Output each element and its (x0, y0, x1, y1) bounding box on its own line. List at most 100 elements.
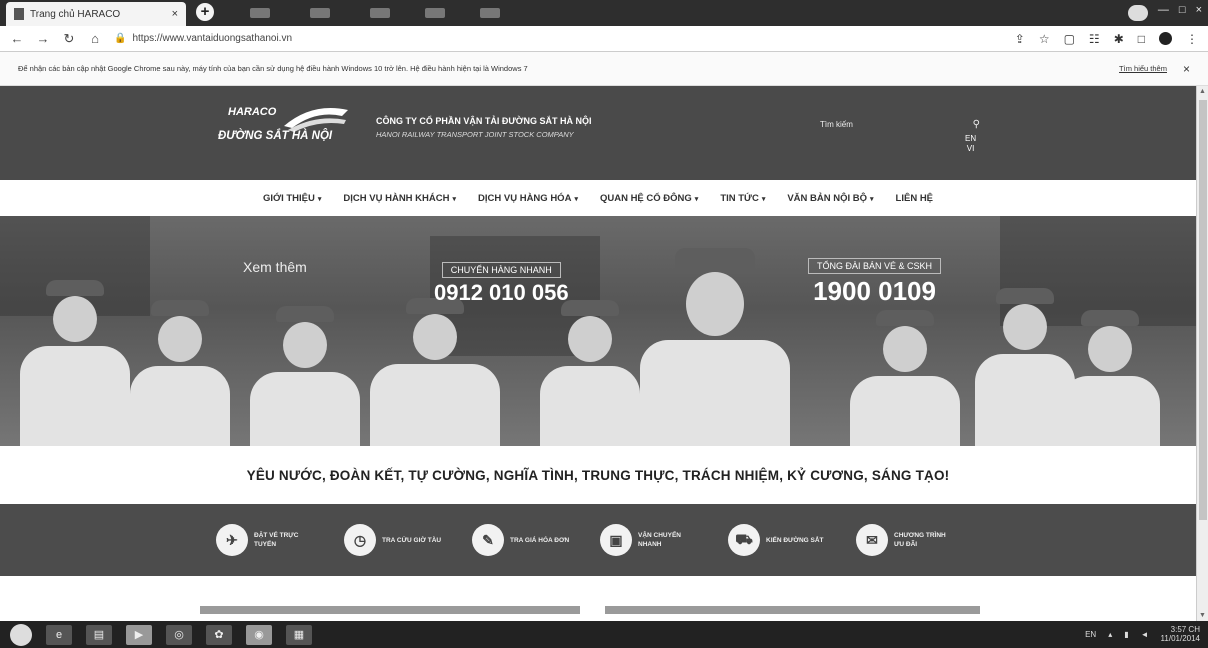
app-icon[interactable]: ▦ (286, 624, 312, 645)
company-name-en: HANOI RAILWAY TRANSPORT JOINT STOCK COMP… (376, 130, 574, 139)
service-label: VẬN CHUYỂN NHANH (638, 532, 681, 548)
blurred-tab-icon (250, 8, 270, 18)
hero-banner[interactable]: Xem thêm CHUYỂN HÀNG NHANH 0912 010 056 … (0, 216, 1196, 446)
back-icon[interactable]: ← (10, 31, 24, 46)
network-icon[interactable]: ▮ (1124, 630, 1128, 639)
browser-tab[interactable]: Trang chủ HARACO × (6, 2, 186, 26)
service-promotion[interactable]: ✉ CHƯƠNG TRÌNH ƯU ĐÃI (856, 524, 956, 556)
haraco-logo[interactable]: HARACO ĐƯỜNG SẮT HÀ NỘI (218, 100, 350, 160)
learn-more-link[interactable]: Tìm hiểu thêm (1119, 64, 1167, 73)
staff-figure (640, 248, 790, 446)
maximize-button[interactable]: □ (1179, 4, 1186, 16)
hotline-express-number: 0912 010 056 (434, 280, 569, 305)
home-icon[interactable]: ⌂ (88, 31, 102, 46)
language-indicator[interactable]: EN (1085, 630, 1096, 639)
taskbar: e ▤ ▶ ◎ ✿ ◉ ▦ EN ▴ ▮ ◄ 3:57 CH 11/01/201… (0, 621, 1208, 648)
infobar-close-icon[interactable]: × (1183, 62, 1190, 76)
service-express[interactable]: ▣ VẬN CHUYỂN NHANH (600, 524, 700, 556)
scroll-thumb[interactable] (1199, 100, 1207, 520)
explorer-icon[interactable]: ▤ (86, 624, 112, 645)
window-controls: — □ × (1158, 4, 1202, 16)
profile-icon[interactable] (1128, 5, 1148, 21)
company-slogan: YÊU NƯỚC, ĐOÀN KẾT, TỰ CƯỜNG, NGHĨA TÌNH… (246, 467, 950, 483)
box-icon: ▣ (600, 524, 632, 556)
chrome-icon[interactable]: ◉ (246, 624, 272, 645)
hotline-ticket-number: 1900 0109 (813, 276, 936, 306)
nav-item-dich-vu-hanh-khach[interactable]: DỊCH VỤ HÀNH KHÁCH ▾ (343, 193, 456, 204)
menu-icon[interactable]: ⋮ (1186, 32, 1198, 46)
scroll-up-icon[interactable]: ▲ (1199, 88, 1206, 95)
app-icon[interactable]: ✿ (206, 624, 232, 645)
service-label: KIẾN ĐƯỜNG SẮT (766, 536, 824, 544)
lang-vi[interactable]: VI (965, 144, 976, 154)
service-railway[interactable]: ⛟ KIẾN ĐƯỜNG SẮT (728, 524, 828, 556)
train-icon: ⛟ (728, 524, 760, 556)
staff-figure (20, 280, 130, 446)
clock[interactable]: 3:57 CH 11/01/2014 (1161, 625, 1200, 643)
service-invoice[interactable]: ✎ TRA GIÁ HÓA ĐƠN (472, 524, 572, 556)
app-icon[interactable]: ◎ (166, 624, 192, 645)
address-bar[interactable]: 🔒 https://www.vantaiduongsathanoi.vn (114, 33, 1015, 44)
browser-tab-strip: Trang chủ HARACO × + — □ × (0, 0, 1208, 26)
clock-icon: ◷ (344, 524, 376, 556)
staff-figure (250, 306, 360, 446)
tray-arrow-icon[interactable]: ▴ (1108, 630, 1112, 639)
start-button[interactable] (10, 623, 32, 646)
volume-icon[interactable]: ◄ (1141, 630, 1149, 639)
company-name-vn: CÔNG TY CỔ PHẦN VẬN TẢI ĐƯỜNG SẮT HÀ NỘI (376, 116, 592, 126)
hotline-ticket-label: TỔNG ĐÀI BÁN VÉ & CSKH (808, 258, 942, 274)
update-infobar: Để nhận các bản cập nhật Google Chrome s… (0, 52, 1208, 86)
scroll-down-icon[interactable]: ▼ (1199, 612, 1206, 619)
reload-icon[interactable]: ↻ (62, 31, 76, 47)
nav-item-lien-he[interactable]: LIÊN HỆ (896, 193, 933, 204)
language-switcher: EN VI (965, 134, 976, 154)
blurred-tab-icon (310, 8, 330, 18)
blurred-tab-icon (425, 8, 445, 18)
nav-item-quan-he-co-dong[interactable]: QUAN HỆ CỔ ĐÔNG ▾ (600, 193, 698, 204)
extension-icon[interactable]: ☷ (1089, 32, 1100, 46)
search-icon[interactable]: ⚲ (973, 119, 980, 130)
hotline-express: CHUYỂN HÀNG NHANH 0912 010 056 (434, 260, 569, 306)
minimize-button[interactable]: — (1158, 4, 1169, 16)
tab-close-icon[interactable]: × (172, 8, 178, 20)
staff-figure (850, 310, 960, 446)
extension-icon[interactable]: ▢ (1064, 32, 1075, 46)
share-icon[interactable]: ⇪ (1015, 32, 1025, 46)
chevron-down-icon: ▾ (870, 195, 874, 203)
blurred-tab-icon (480, 8, 500, 18)
page-scrollbar[interactable]: ▲ ▼ (1196, 86, 1208, 621)
lang-en[interactable]: EN (965, 134, 976, 144)
new-tab-button[interactable]: + (196, 3, 214, 21)
nav-item-tin-tuc[interactable]: TIN TỨC ▾ (720, 193, 765, 204)
nav-item-van-ban-noi-bo[interactable]: VĂN BẢN NỘI BỘ ▾ (787, 193, 873, 204)
service-label: CHƯƠNG TRÌNH ƯU ĐÃI (894, 532, 946, 548)
service-label: TRA CỨU GIỜ TÀU (382, 536, 442, 544)
service-label: ĐẶT VÉ TRỰC TUYẾN (254, 532, 299, 548)
search-input[interactable]: Tìm kiếm ⚲ (820, 116, 980, 132)
forward-icon[interactable]: → (36, 31, 50, 46)
brand-bottom-text: ĐƯỜNG SẮT HÀ NỘI (218, 130, 333, 142)
search-placeholder: Tìm kiếm (820, 119, 853, 129)
browser-toolbar: ← → ↻ ⌂ 🔒 https://www.vantaiduongsathano… (0, 26, 1208, 52)
chevron-down-icon: ▾ (317, 195, 322, 203)
staff-figure (130, 300, 230, 446)
service-online-ticket[interactable]: ✈ ĐẶT VÉ TRỰC TUYẾN (216, 524, 316, 556)
tab-title: Trang chủ HARACO (30, 8, 121, 20)
chevron-down-icon: ▾ (574, 195, 578, 203)
service-train-schedule[interactable]: ◷ TRA CỨU GIỜ TÀU (344, 524, 444, 556)
see-more-link[interactable]: Xem thêm (243, 259, 307, 275)
blurred-tab-icon (370, 8, 390, 18)
nav-item-dich-vu-hang-hoa[interactable]: DỊCH VỤ HÀNG HÓA ▾ (478, 193, 578, 204)
profile-avatar[interactable] (1159, 32, 1172, 45)
sidepanel-icon[interactable]: □ (1138, 32, 1145, 46)
gift-icon: ✉ (856, 524, 888, 556)
bookmark-star-icon[interactable]: ☆ (1039, 32, 1050, 46)
invoice-icon: ✎ (472, 524, 504, 556)
ie-icon[interactable]: e (46, 624, 72, 645)
media-player-icon[interactable]: ▶ (126, 624, 152, 645)
close-window-button[interactable]: × (1196, 4, 1202, 16)
brand-top-text: HARACO (228, 106, 277, 118)
staff-figure (1060, 310, 1160, 446)
puzzle-icon[interactable]: ✱ (1114, 32, 1124, 46)
nav-item-gioi-thieu[interactable]: GIỚI THIỆU ▾ (263, 193, 321, 204)
